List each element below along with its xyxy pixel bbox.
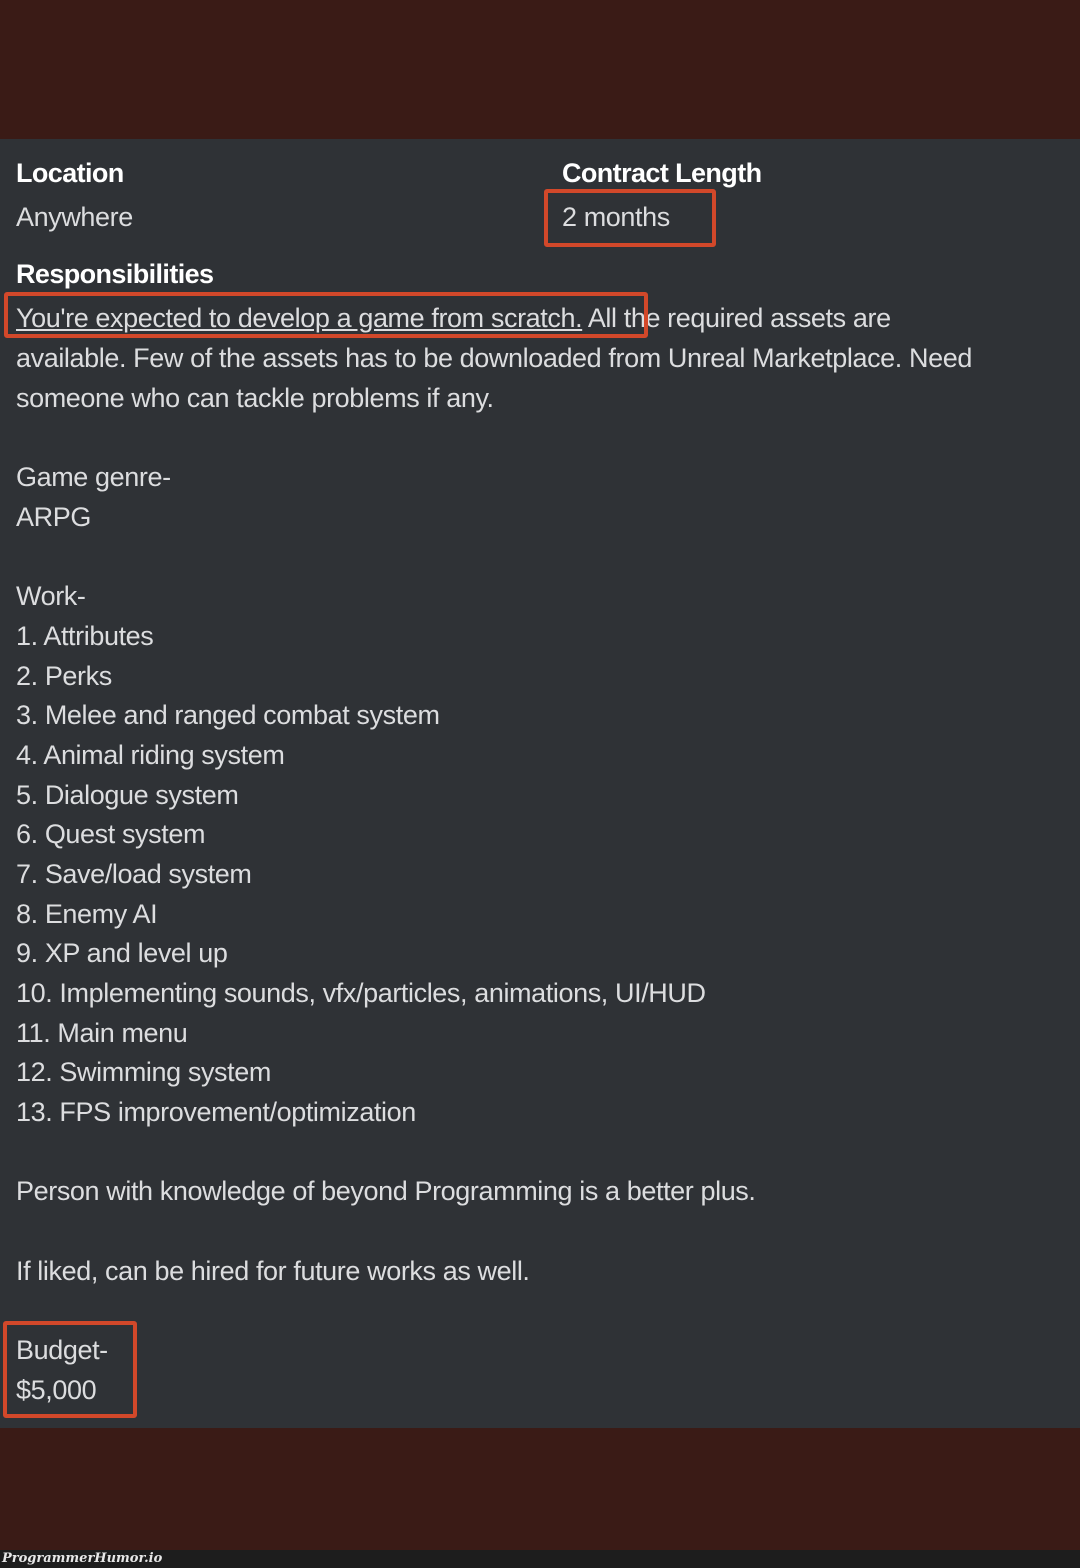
watermark-bar: ProgrammerHumor.io: [0, 1550, 1080, 1568]
watermark-text: ProgrammerHumor.io: [2, 1551, 163, 1566]
work-item: 10. Implementing sounds, vfx/particles, …: [16, 978, 706, 1008]
work-item: 2. Perks: [16, 661, 112, 691]
highlight-box-contract-length: [544, 189, 716, 247]
work-item: 6. Quest system: [16, 819, 206, 849]
note-programming: Person with knowledge of beyond Programm…: [16, 1176, 756, 1206]
work-item: 13. FPS improvement/optimization: [16, 1097, 416, 1127]
work-item: 12. Swimming system: [16, 1057, 271, 1087]
work-item: 11. Main menu: [16, 1018, 188, 1048]
highlight-box-scratch: [4, 292, 648, 338]
genre-value: ARPG: [16, 502, 91, 532]
contract-length-label: Contract Length: [562, 158, 762, 188]
work-item: 1. Attributes: [16, 621, 154, 651]
work-item: 3. Melee and ranged combat system: [16, 700, 440, 730]
work-item: 9. XP and level up: [16, 938, 228, 968]
work-item: 7. Save/load system: [16, 859, 252, 889]
location-value: Anywhere: [16, 202, 133, 232]
genre-label: Game genre-: [16, 462, 171, 492]
responsibilities-line-2: available. Few of the assets has to be d…: [16, 343, 972, 373]
work-item: 8. Enemy AI: [16, 899, 158, 929]
responsibilities-line-3: someone who can tackle problems if any.: [16, 383, 494, 413]
responsibilities-label: Responsibilities: [16, 259, 214, 289]
location-label: Location: [16, 158, 124, 188]
note-future-hire: If liked, can be hired for future works …: [16, 1256, 530, 1286]
highlight-box-budget: [3, 1321, 137, 1418]
work-item: 4. Animal riding system: [16, 740, 285, 770]
work-item: 5. Dialogue system: [16, 780, 239, 810]
work-label: Work-: [16, 581, 86, 611]
